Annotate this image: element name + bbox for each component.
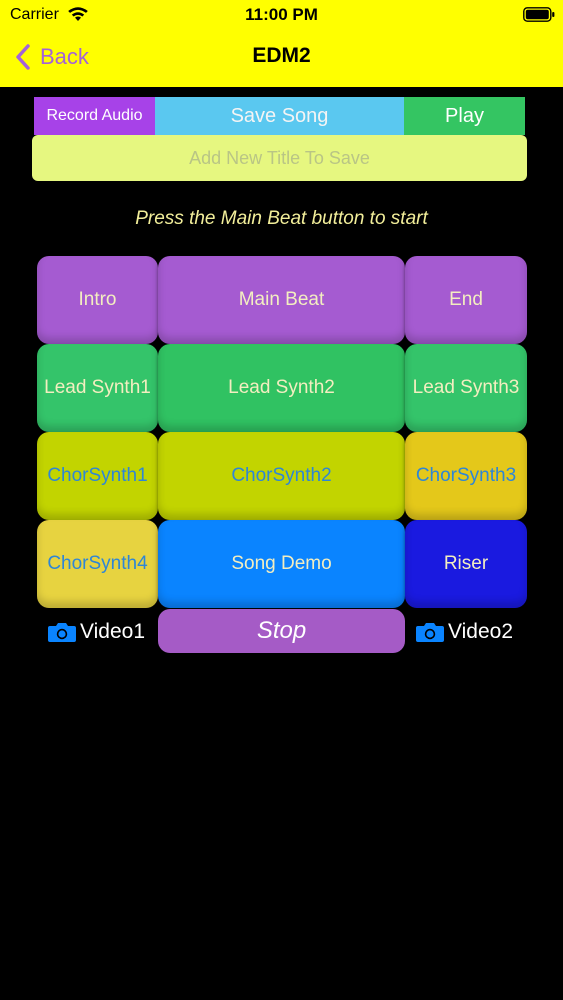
video2-label: Video2 — [448, 620, 514, 643]
end-pad[interactable]: End — [405, 256, 527, 344]
video1-label: Video1 — [80, 620, 146, 643]
status-time: 11:00 PM — [245, 5, 318, 24]
battery-icon — [523, 7, 555, 22]
intro-pad[interactable]: Intro — [37, 256, 158, 344]
camera-icon — [416, 623, 444, 642]
main-beat-pad[interactable]: Main Beat — [158, 256, 405, 344]
save-song-button[interactable]: Save Song — [155, 97, 404, 135]
camera-icon — [48, 623, 76, 642]
chor-synth4-pad[interactable]: ChorSynth4 — [37, 520, 158, 608]
chor-synth1-pad[interactable]: ChorSynth1 — [37, 432, 158, 520]
stop-button[interactable]: Stop — [158, 609, 405, 653]
lead-synth1-pad[interactable]: Lead Synth1 — [37, 344, 158, 432]
chor-synth3-pad[interactable]: ChorSynth3 — [405, 432, 527, 520]
status-bar: Carrier 11:00 PM — [0, 0, 563, 30]
play-button[interactable]: Play — [404, 97, 525, 135]
lead-synth2-pad[interactable]: Lead Synth2 — [158, 344, 405, 432]
chor-synth2-pad[interactable]: ChorSynth2 — [158, 432, 405, 520]
song-title-input[interactable] — [32, 135, 527, 181]
lead-synth3-pad[interactable]: Lead Synth3 — [405, 344, 527, 432]
riser-pad[interactable]: Riser — [405, 520, 527, 608]
video1-button[interactable]: Video1 — [47, 617, 145, 647]
song-demo-pad[interactable]: Song Demo — [158, 520, 405, 608]
record-audio-button[interactable]: Record Audio — [34, 97, 155, 135]
video2-button[interactable]: Video2 — [415, 617, 513, 647]
page-title: EDM2 — [252, 44, 311, 67]
start-hint: Press the Main Beat button to start — [135, 208, 428, 229]
navigation-header: Carrier 11:00 PM Back EDM2 — [0, 0, 563, 87]
